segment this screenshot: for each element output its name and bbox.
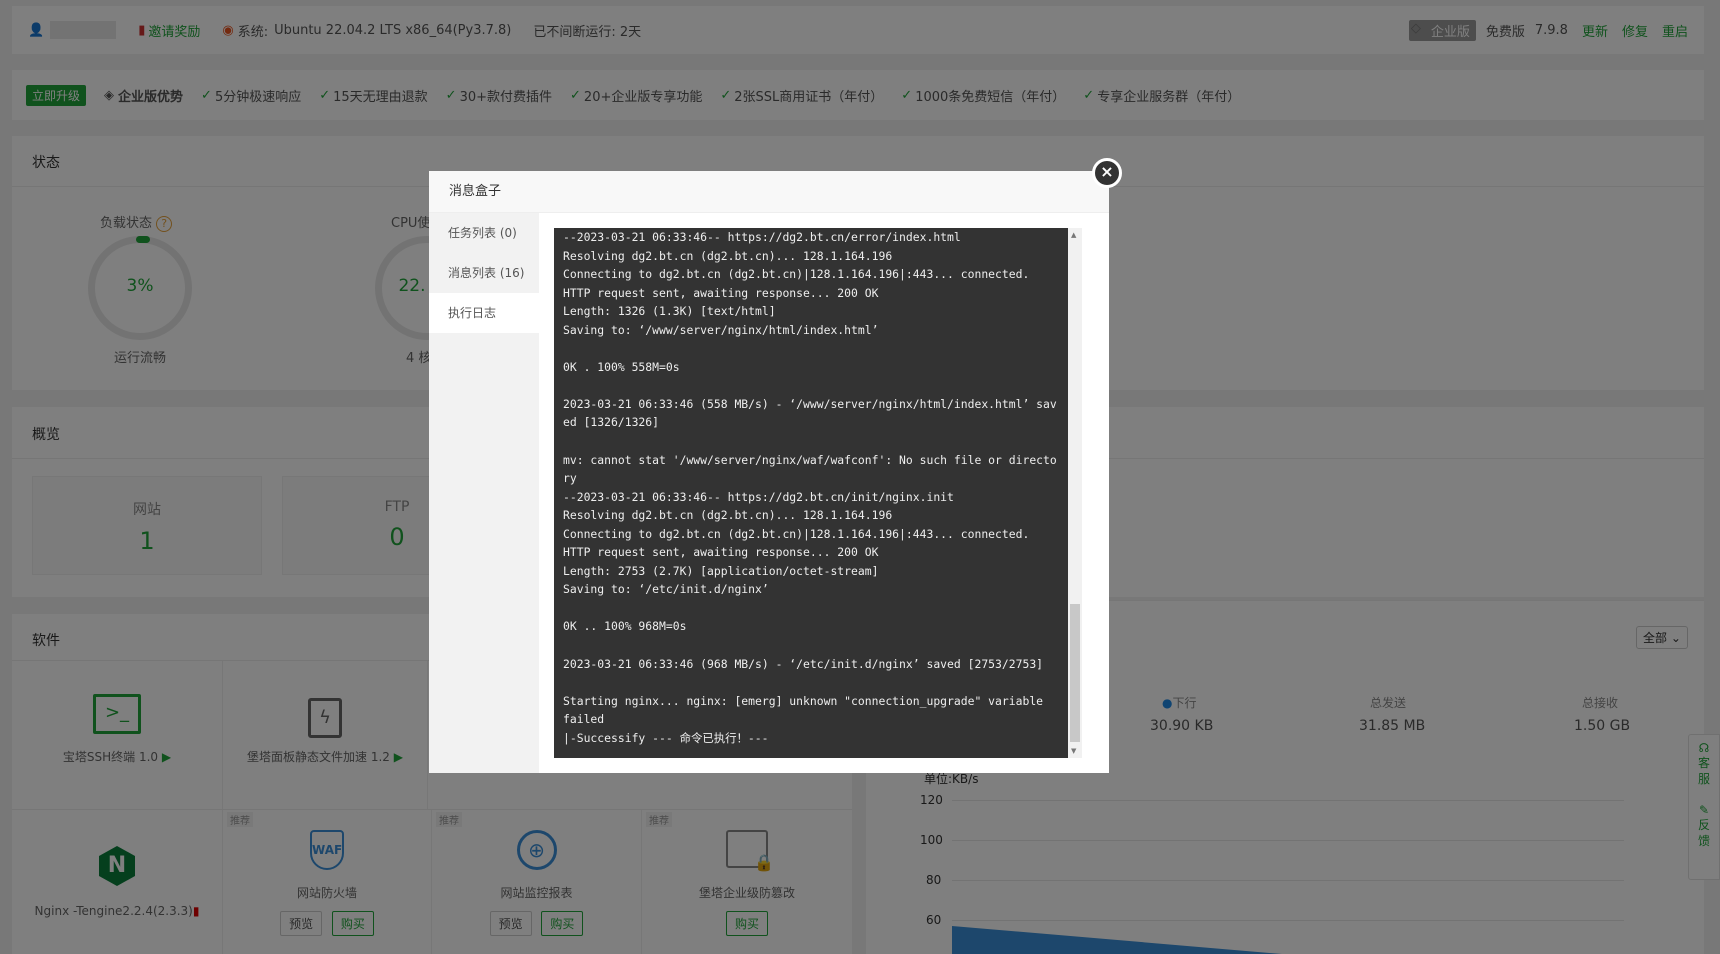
tab-message-list[interactable]: 消息列表 (16) [429, 253, 539, 293]
message-box-modal: 消息盒子 任务列表 (0) 消息列表 (16) 执行日志 --2023-03-2… [429, 171, 1109, 773]
exec-log-console[interactable]: --2023-03-21 06:33:46-- https://dg2.bt.c… [554, 228, 1082, 758]
scrollbar-thumb[interactable] [1070, 604, 1080, 742]
scroll-down-icon[interactable]: ▼ [1071, 747, 1076, 755]
modal-title: 消息盒子 [429, 171, 1109, 213]
modal-sidebar: 任务列表 (0) 消息列表 (16) 执行日志 [429, 213, 539, 773]
tab-exec-log[interactable]: 执行日志 [429, 293, 539, 333]
log-scrollbar[interactable]: ▲ ▼ [1068, 228, 1082, 758]
scroll-up-icon[interactable]: ▲ [1071, 231, 1076, 239]
tab-task-list[interactable]: 任务列表 (0) [429, 213, 539, 253]
close-icon[interactable]: × [1092, 158, 1122, 188]
exec-log-text: --2023-03-21 06:33:46-- https://dg2.bt.c… [563, 230, 1057, 745]
